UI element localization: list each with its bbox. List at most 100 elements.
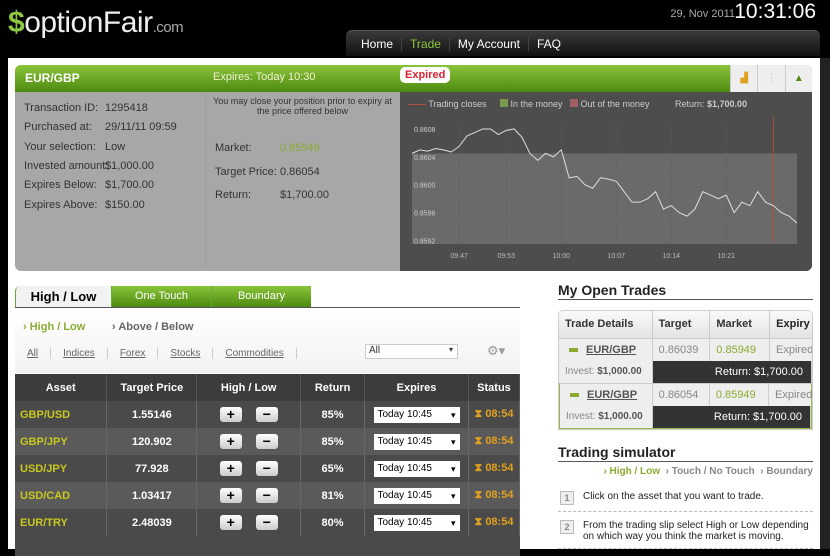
filter-stocks[interactable]: Stocks: [158, 348, 214, 359]
detail-value: $1,000.00: [105, 159, 154, 172]
in-the-money-area: [412, 153, 797, 244]
tab-one-touch[interactable]: One Touch: [111, 286, 211, 307]
sim-tab-high-low[interactable]: › High / Low: [603, 466, 660, 477]
nav-faq[interactable]: FAQ: [529, 37, 569, 51]
table-row[interactable]: USD/JPY 77.928 +− 65% Today 10:45 ⧗ 08:5…: [15, 455, 521, 482]
detail-value: $150.00: [105, 198, 145, 211]
market-row: Market: 0.85949: [215, 142, 320, 154]
filter-commodities[interactable]: Commodities: [213, 348, 297, 359]
detail-value: 1295418: [105, 102, 148, 114]
x-tick-label: 10:07: [608, 253, 626, 260]
open-trade[interactable]: EUR/GBP 0.86054 0.85949 Expired Invest: …: [559, 383, 812, 429]
high-button[interactable]: +: [219, 488, 242, 503]
expires-select[interactable]: Today 10:45: [373, 433, 460, 450]
detail-row: Transaction ID: 1295418: [24, 102, 148, 114]
trade-panel: EUR/GBP Expires: Today 10:30 Expired ▟ ⋮…: [15, 65, 812, 271]
trade-expiry: Expired: [775, 389, 813, 401]
nav-my-account[interactable]: My Account: [450, 36, 529, 51]
target-label: Target Price:: [215, 166, 277, 178]
detail-row: Expires Above: $150.00: [24, 199, 145, 211]
step-text: From the trading slip select High or Low…: [583, 520, 809, 542]
clock: 10:31:06: [734, 0, 816, 23]
subtab-high-low[interactable]: › High / Low: [23, 321, 85, 333]
high-button[interactable]: +: [219, 461, 242, 476]
hourglass-icon: ⧗: [474, 435, 483, 447]
product-tabs: High / Low One Touch Boundary: [15, 286, 311, 307]
y-tick-label: 0.8596: [414, 211, 436, 218]
x-tick-label: 10:00: [553, 253, 571, 260]
detail-label: Purchased at:: [24, 121, 92, 134]
table-row[interactable]: GBP/JPY 120.902 +− 85% Today 10:45 ⧗ 08:…: [15, 428, 521, 455]
main-nav: Home Trade My Account FAQ: [346, 30, 820, 56]
table-view-icon[interactable]: ⋮: [757, 65, 784, 92]
sim-step: 2 From the trading slip select High or Lo…: [558, 512, 813, 549]
high-button[interactable]: +: [219, 515, 242, 530]
y-tick-label: 0.8592: [414, 239, 436, 246]
scrollbar[interactable]: [820, 58, 830, 549]
filter-indices[interactable]: Indices: [51, 348, 108, 359]
expires-select[interactable]: Today 10:45: [373, 487, 460, 504]
sim-tab-boundary[interactable]: › Boundary: [760, 466, 813, 477]
trade-target: 0.86054: [653, 384, 710, 406]
open-trade[interactable]: EUR/GBP 0.86039 0.85949 Expired Invest: …: [559, 338, 812, 383]
detail-label: Expires Below:: [24, 179, 97, 192]
detail-label: Your selection:: [24, 140, 96, 153]
expires-select[interactable]: Today 10:45: [373, 460, 460, 477]
trade-market: 0.85949: [710, 384, 770, 406]
table-row[interactable]: GBP/USD 1.55146 +− 85% Today 10:45 ⧗ 08:…: [15, 401, 521, 428]
subtab-above-below[interactable]: › Above / Below: [112, 321, 194, 333]
col-header: Status: [468, 374, 521, 401]
settings-gear-icon[interactable]: ⚙▾: [487, 343, 505, 359]
detail-value: $1,700.00: [105, 179, 154, 192]
tab-boundary[interactable]: Boundary: [211, 286, 311, 307]
asset-filter-select[interactable]: All ▾: [365, 344, 458, 359]
market-label: Market:: [215, 142, 252, 154]
low-button[interactable]: −: [255, 461, 278, 476]
return-row: Return: $1,700.00: [215, 189, 329, 201]
trade-expiry: Expired: [776, 344, 813, 356]
col-header: Expires: [364, 374, 469, 401]
col-expiry: Expiry: [776, 318, 810, 330]
filter-forex[interactable]: Forex: [108, 348, 159, 359]
status-timer: ⧗ 08:54: [468, 482, 521, 509]
logo-suffix: .com: [152, 19, 184, 36]
table-row[interactable]: USD/CAD 1.03417 +− 81% Today 10:45 ⧗ 08:…: [15, 482, 521, 509]
low-button[interactable]: −: [255, 488, 278, 503]
table-row[interactable]: EUR/TRY 2.48039 +− 80% Today 10:45 ⧗ 08:…: [15, 509, 521, 536]
tab-high-low[interactable]: High / Low: [15, 286, 111, 307]
chart-view-icon[interactable]: ▟: [730, 65, 757, 92]
trade-invest: Invest: $1,000.00: [559, 361, 653, 383]
trade-market: 0.85949: [710, 339, 770, 361]
filter-all[interactable]: All: [15, 348, 52, 359]
asset-name[interactable]: EUR/TRY: [15, 509, 108, 536]
nav-trade[interactable]: Trade: [402, 36, 450, 51]
nav-home[interactable]: Home: [353, 36, 403, 51]
assets-table: Asset Target Price High / Low Return Expires…: [15, 374, 521, 556]
return-pct: 85%: [300, 401, 366, 428]
high-button[interactable]: +: [219, 434, 242, 449]
expires-select[interactable]: Today 10:45: [373, 406, 460, 423]
market-value: 0.85949: [280, 142, 320, 154]
trade-asset-link[interactable]: EUR/GBP: [587, 389, 637, 401]
collapse-icon[interactable]: ▲: [784, 65, 812, 92]
status-timer: ⧗ 08:54: [468, 401, 521, 428]
trade-return: Return: $1,700.00: [652, 361, 812, 383]
asset-name[interactable]: USD/CAD: [15, 482, 108, 509]
logo[interactable]: $optionFair.com: [8, 6, 184, 40]
trade-asset-link[interactable]: EUR/GBP: [586, 344, 636, 356]
asset-name[interactable]: GBP/USD: [15, 401, 108, 428]
sim-tab-touch[interactable]: › Touch / No Touch: [666, 466, 755, 477]
trade-target: 0.86039: [653, 339, 711, 361]
expires-select[interactable]: Today 10:45: [373, 514, 460, 531]
high-button[interactable]: +: [219, 407, 242, 422]
low-button[interactable]: −: [255, 515, 278, 530]
sim-step: 1 Click on the asset that you want to tra…: [558, 483, 813, 512]
return-pct: 81%: [300, 482, 366, 509]
asset-name[interactable]: GBP/JPY: [15, 428, 108, 455]
y-tick-label: 0.8604: [414, 155, 436, 162]
minus-icon: [569, 348, 578, 353]
low-button[interactable]: −: [255, 407, 278, 422]
low-button[interactable]: −: [255, 434, 278, 449]
asset-name[interactable]: USD/JPY: [15, 455, 108, 482]
return-label: Return:: [215, 189, 252, 201]
